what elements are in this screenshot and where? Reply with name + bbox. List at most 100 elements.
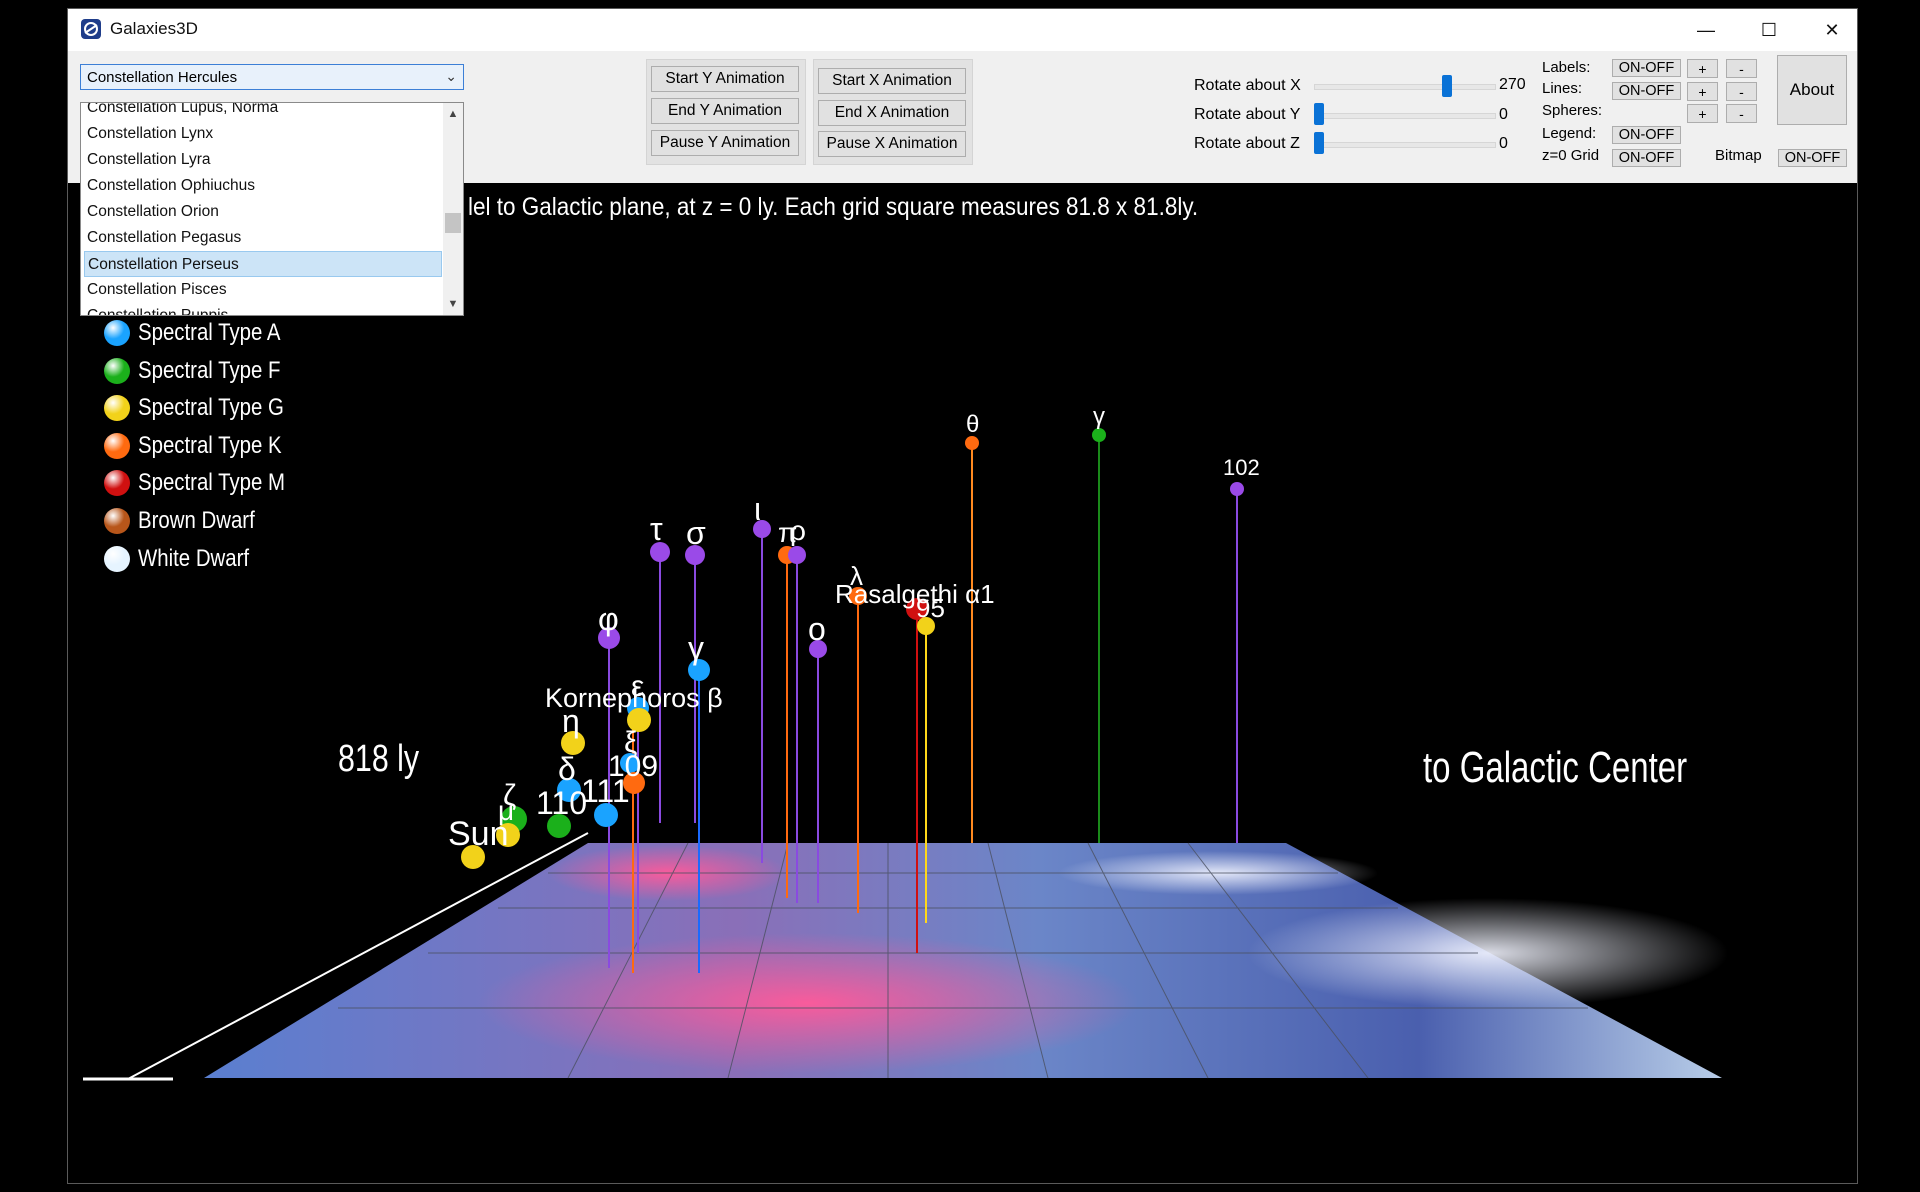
label-tau: τ <box>650 511 663 547</box>
legend-item: Spectral Type G <box>104 393 310 423</box>
legend-label: Brown Dwarf <box>138 507 255 534</box>
labels-on-off-button[interactable]: ON-OFF <box>1612 59 1681 77</box>
app-logo-icon <box>81 19 101 39</box>
lines-minus-button[interactable]: - <box>1726 82 1757 101</box>
legend-dot-icon <box>104 508 130 534</box>
constellation-select-value: Constellation Hercules <box>87 69 238 86</box>
rotate-y-label: Rotate about Y <box>1194 106 1301 123</box>
legend-item: Spectral Type F <box>104 356 306 386</box>
legend-item: Spectral Type M <box>104 468 311 498</box>
label-rasalgethi: Rasalgethi α1 <box>835 579 995 609</box>
rotate-z-slider-thumb[interactable] <box>1314 132 1324 154</box>
3d-viewport[interactable]: lel to Galactic plane, at z = 0 ly. Each… <box>68 183 1857 1183</box>
constellation-select[interactable]: Constellation Hercules ⌄ <box>80 64 464 90</box>
scrollbar-thumb[interactable] <box>445 213 461 233</box>
start-x-animation-button[interactable]: Start X Animation <box>818 68 966 94</box>
labels-toggle-label: Labels: <box>1542 59 1591 76</box>
bitmap-on-off-button[interactable]: ON-OFF <box>1778 149 1847 167</box>
legend-on-off-button[interactable]: ON-OFF <box>1612 126 1681 144</box>
dropdown-option[interactable]: Constellation Ophiuchus <box>84 173 442 199</box>
lines-on-off-button[interactable]: ON-OFF <box>1612 82 1681 100</box>
scale-label: 818 ly <box>338 738 420 780</box>
galactic-plane-scene <box>83 428 1728 1081</box>
rotate-y-slider-thumb[interactable] <box>1314 103 1324 125</box>
spheres-minus-button[interactable]: - <box>1726 104 1757 123</box>
end-y-animation-button[interactable]: End Y Animation <box>651 98 799 124</box>
chevron-down-icon[interactable]: ⌄ <box>445 68 457 85</box>
legend-label: Spectral Type F <box>138 357 281 384</box>
label-delta: δ <box>558 751 576 787</box>
pause-y-animation-button[interactable]: Pause Y Animation <box>651 130 799 156</box>
maximize-button[interactable]: ☐ <box>1741 9 1797 51</box>
legend-dot-icon <box>104 395 130 421</box>
label-111: 111 <box>581 773 630 809</box>
label-102: 102 <box>1223 455 1260 480</box>
rotate-x-value: 270 <box>1499 76 1526 93</box>
label-gamma-low: γ <box>688 630 704 666</box>
window-title: Galaxies3D <box>110 19 198 38</box>
legend-dot-icon <box>104 320 130 346</box>
label-gamma-top: γ <box>1093 403 1105 430</box>
rotate-z-value: 0 <box>1499 135 1508 152</box>
label-omicron: ο <box>808 611 826 647</box>
legend-dot-icon <box>104 470 130 496</box>
legend-label: Spectral Type M <box>138 469 286 496</box>
legend-item: White Dwarf <box>104 544 269 574</box>
dropdown-option[interactable]: Constellation Lynx <box>84 121 442 147</box>
bitmap-toggle-label: Bitmap <box>1715 147 1762 164</box>
rotate-x-label: Rotate about X <box>1194 77 1301 94</box>
labels-minus-button[interactable]: - <box>1726 59 1757 78</box>
scroll-up-icon[interactable]: ▲ <box>443 105 463 123</box>
spheres-toggle-label: Spheres: <box>1542 102 1603 119</box>
about-button[interactable]: About <box>1777 55 1847 125</box>
rotate-z-label: Rotate about Z <box>1194 135 1300 152</box>
dropdown-scrollbar[interactable]: ▲ ▼ <box>443 103 463 315</box>
scroll-down-icon[interactable]: ▼ <box>443 295 463 313</box>
grid-on-off-button[interactable]: ON-OFF <box>1612 149 1681 167</box>
y-animation-group: Start Y Animation End Y Animation Pause … <box>646 59 806 165</box>
rotate-x-slider-thumb[interactable] <box>1441 75 1452 97</box>
dropdown-option[interactable]: Constellation Pegasus <box>84 225 442 251</box>
label-phi: φ <box>598 601 619 637</box>
rotate-z-track[interactable] <box>1314 142 1496 148</box>
dropdown-option[interactable]: Constellation Orion <box>84 199 442 225</box>
spheres-plus-button[interactable]: + <box>1687 104 1718 123</box>
legend-item: Brown Dwarf <box>104 506 275 536</box>
legend-dot-icon <box>104 546 130 572</box>
legend-item: Spectral Type A <box>104 318 306 348</box>
dropdown-option[interactable]: Constellation Pisces <box>84 277 442 303</box>
label-sun: Sun <box>448 815 509 853</box>
rotate-x-track[interactable] <box>1314 84 1496 90</box>
rotate-y-value: 0 <box>1499 106 1508 123</box>
label-95: 95 <box>916 593 945 623</box>
dropdown-option[interactable]: Constellation Lupus, Norma <box>84 103 442 121</box>
labels-plus-button[interactable]: + <box>1687 59 1718 78</box>
legend-dot-icon <box>104 433 130 459</box>
title-bar: Galaxies3D — ☐ ✕ <box>68 9 1857 51</box>
nebula-pink-region <box>478 933 1138 1073</box>
minimize-button[interactable]: — <box>1678 9 1734 51</box>
dropdown-option[interactable]: Constellation Puppis <box>84 303 442 315</box>
lines-toggle-label: Lines: <box>1542 80 1583 97</box>
app-window: Galaxies3D — ☐ ✕ Constellation Hercules … <box>67 8 1858 1184</box>
legend-label: Spectral Type A <box>138 319 281 346</box>
legend-toggle-label: Legend: <box>1542 125 1597 142</box>
label-eta: η <box>562 703 580 739</box>
rotate-y-track[interactable] <box>1314 113 1496 119</box>
direction-label: to Galactic Center <box>1423 743 1688 792</box>
pause-x-animation-button[interactable]: Pause X Animation <box>818 131 966 157</box>
constellation-dropdown-list[interactable]: Constellation Lupus, Norma Constellation… <box>80 102 464 316</box>
x-animation-group: Start X Animation End X Animation Pause … <box>813 59 973 165</box>
dropdown-option[interactable]: Constellation Lyra <box>84 147 442 173</box>
close-button[interactable]: ✕ <box>1804 9 1860 51</box>
grid-toggle-label: z=0 Grid <box>1542 147 1600 164</box>
start-y-animation-button[interactable]: Start Y Animation <box>651 66 799 92</box>
label-theta: θ <box>966 411 980 438</box>
dropdown-option-selected[interactable]: Constellation Perseus <box>84 251 442 277</box>
lines-plus-button[interactable]: + <box>1687 82 1718 101</box>
legend-label: White Dwarf <box>138 545 250 572</box>
label-iota: ι <box>754 491 762 527</box>
legend-label: Spectral Type G <box>138 394 284 421</box>
end-x-animation-button[interactable]: End X Animation <box>818 100 966 126</box>
label-sigma: σ <box>686 515 706 551</box>
